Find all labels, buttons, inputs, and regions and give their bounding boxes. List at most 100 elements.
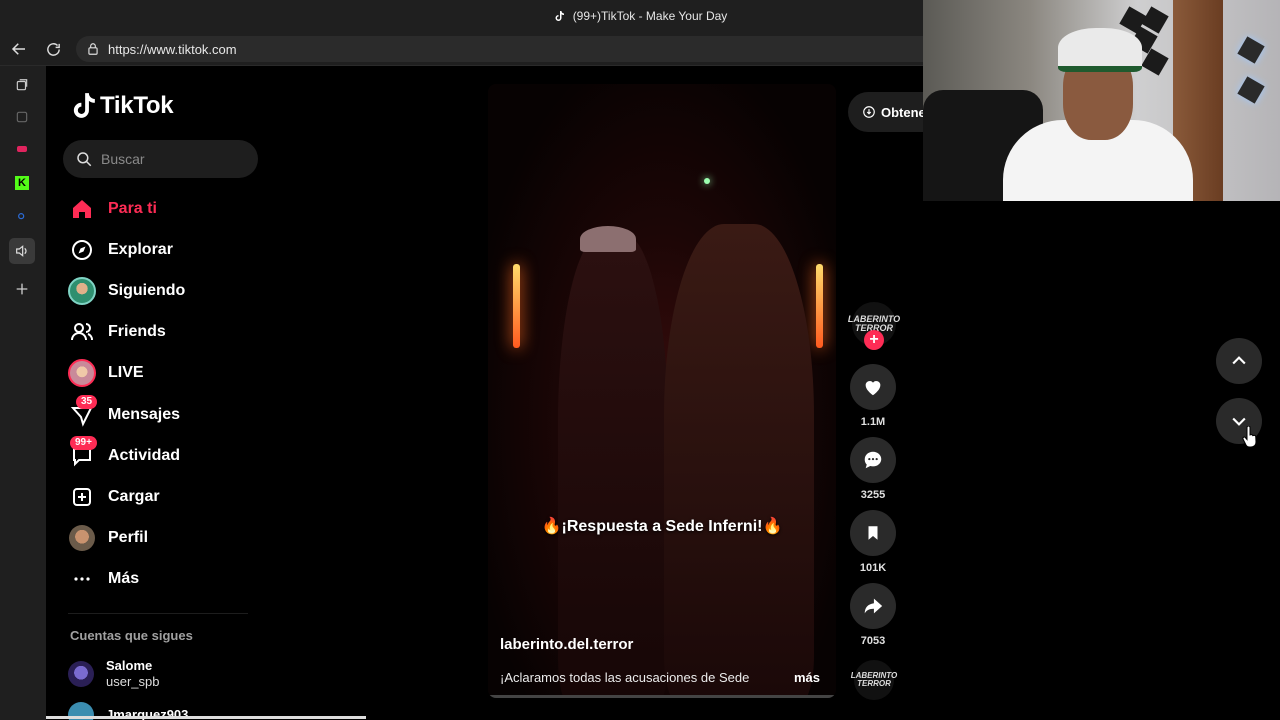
nav-label: Para ti [108,199,157,217]
nav-label: Actividad [108,446,181,464]
neon-light [816,264,823,348]
comment-action[interactable]: 3255 [850,437,896,501]
hand-cursor-icon [1242,426,1257,448]
reload-icon [46,42,60,56]
nav-item-siguiendo[interactable]: Siguiendo [68,270,258,311]
video-player[interactable]: 🔥¡Respuesta a Sede Inferni!🔥 laberinto.d… [488,84,836,698]
nav-divider [68,613,248,614]
hex-panel [1237,76,1265,104]
home-icon [68,195,96,223]
account-avatar [68,661,94,687]
share-action[interactable]: 7053 [850,583,896,647]
account-handle: user_spb [106,674,160,689]
nav-item-perfil[interactable]: Perfil [68,518,258,559]
cap [580,226,636,252]
logo-text: TikTok [100,92,174,119]
get-app-label: Obtene [881,104,926,120]
collections-button[interactable] [11,106,33,128]
nav-item-explorar[interactable]: Explorar [68,229,258,270]
sidebar-app-kick[interactable]: K [11,172,33,194]
small-search-icon [18,213,25,220]
person-right [664,224,814,698]
url-text: https://www.tiktok.com [108,41,237,57]
person-left [558,234,668,698]
nav-label: Más [108,570,140,588]
chevron-up-icon [1232,356,1246,365]
activity-icon: 99+ [68,435,97,470]
nav-label: Friends [108,323,166,341]
back-arrow-icon [11,43,25,55]
profile-avatar-icon [68,524,96,552]
search-bar[interactable] [63,140,258,178]
lock-icon [88,43,98,55]
video-more-button[interactable]: más [794,670,820,685]
video-caption: 🔥¡Respuesta a Sede Inferni!🔥 [541,518,783,535]
music-disc[interactable]: LABERINTO TERROR [851,660,897,700]
compass-icon [68,236,96,264]
plus-icon [16,283,28,295]
app-download-icon [863,106,875,118]
tabs-icon [16,79,28,91]
nav-item-friends[interactable]: Friends [68,312,258,353]
collections-icon [16,111,28,123]
nav-label: Mensajes [108,405,181,423]
share-count: 7053 [860,635,886,647]
save-action[interactable]: 101K [850,510,896,574]
webcam-overlay [923,0,1280,201]
nav-item-para-ti[interactable]: Para ti [68,188,258,229]
green-light [704,178,710,184]
get-app-button[interactable]: Obtene [848,92,928,132]
neon-light [513,264,520,348]
messages-icon: 35 [68,394,98,429]
nav-item-actividad[interactable]: 99+ Actividad [68,435,258,476]
upload-icon [68,483,96,511]
nav-label: Perfil [108,529,149,547]
nav-label: Cargar [108,487,160,505]
more-dots-icon [68,565,96,593]
browser-tab-title: (99+)TikTok - Make Your Day [572,9,728,23]
nav-item-mensajes[interactable]: 35 Mensajes [68,394,258,435]
speaker-icon [16,245,27,257]
sidebar-app-red[interactable] [11,138,33,160]
nav-item-cargar[interactable]: Cargar [68,476,258,517]
red-app-icon [17,146,27,152]
nav-label: LIVE [108,364,144,382]
video-progress-bar[interactable] [488,695,836,698]
tiktok-logo-icon [73,93,95,118]
video-description: ¡Aclaramos todas las acusaciones de Sede [500,670,750,685]
kick-icon: K [15,176,29,190]
main-nav: Para ti Explorar Siguiendo Friends LIVE … [68,188,258,600]
bookmark-icon [850,510,896,556]
back-button[interactable] [8,39,30,59]
search-input[interactable] [101,151,251,167]
taskbar-indicator [46,716,366,719]
activity-badge: 99+ [70,435,97,450]
video-author[interactable]: laberinto.del.terror [500,636,633,653]
comment-count: 3255 [860,489,886,501]
friends-icon [68,318,96,346]
webcam-person-hat [1058,28,1142,72]
tabs-button[interactable] [11,74,33,96]
tiktok-tab-icon [555,11,564,21]
nav-label: Explorar [108,240,173,258]
account-name: Salome [106,658,153,673]
heart-icon [850,364,896,410]
previous-video-button[interactable] [1216,338,1262,384]
nav-item-live[interactable]: LIVE [68,353,258,394]
messages-badge: 35 [76,394,98,409]
nav-label: Siguiendo [108,281,186,299]
browser-sidebar: K [0,66,46,720]
follow-button[interactable]: + [864,330,884,350]
comment-icon [850,437,896,483]
sidebar-app-search[interactable] [11,206,33,228]
reload-button[interactable] [42,39,64,59]
like-count: 1.1M [860,416,886,428]
tiktok-logo[interactable]: TikTok [70,92,174,120]
search-icon [77,152,92,167]
sidebar-audio-button[interactable] [9,238,35,264]
like-action[interactable]: 1.1M [850,364,896,428]
nav-item-mas[interactable]: Más [68,559,258,600]
following-account[interactable]: Salome user_spb [68,658,159,690]
following-avatar-icon [68,276,96,305]
sidebar-add-button[interactable] [11,278,33,300]
